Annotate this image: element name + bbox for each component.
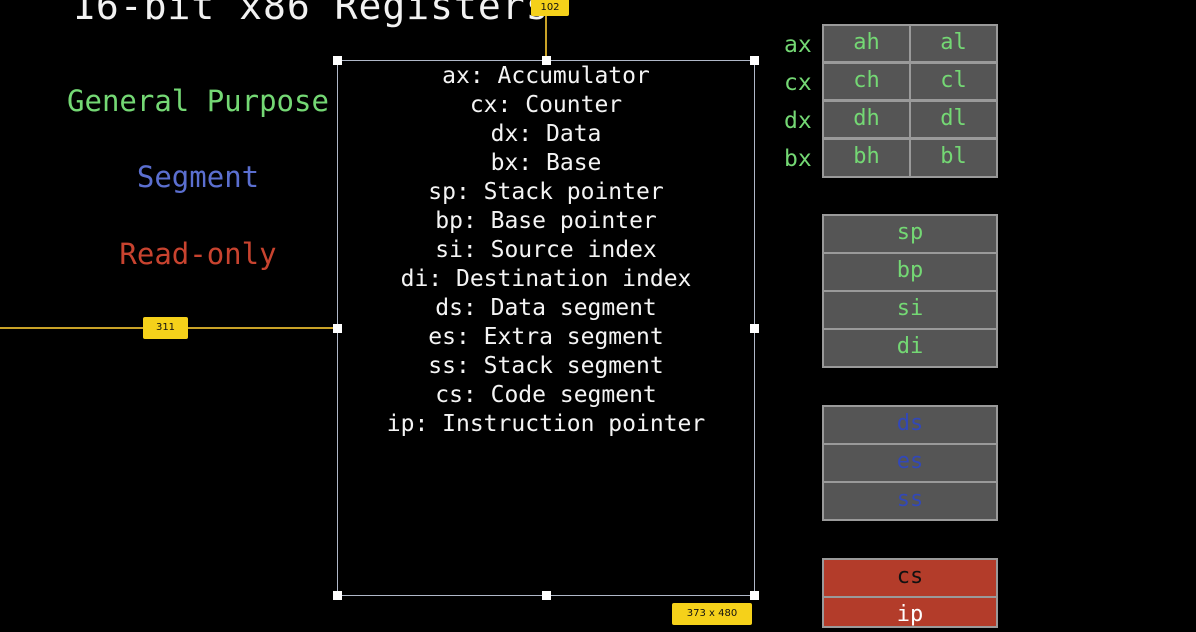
desc-line: dx: Data xyxy=(490,121,602,147)
legend-general-purpose: General Purpose xyxy=(67,84,329,118)
segment-register-cell: ss xyxy=(822,481,998,521)
desc-line: bp: Base pointer xyxy=(435,208,657,234)
position-badge-left: 311 xyxy=(143,317,188,339)
register-descriptions: ax: Accumulator cx: Counter dx: Data bx:… xyxy=(337,62,755,439)
gp-register-label: cx xyxy=(784,70,812,96)
resize-handle-bl[interactable] xyxy=(333,591,342,600)
legend-segment: Segment xyxy=(136,160,260,194)
register-cell-high: ah xyxy=(822,24,911,63)
gp-register-label: ax xyxy=(784,32,812,58)
pointer-register-cell: bp xyxy=(822,252,998,292)
desc-line: ss: Stack segment xyxy=(428,353,664,379)
desc-line: ds: Data segment xyxy=(435,295,657,321)
register-cell-high: bh xyxy=(822,138,911,178)
segment-register-cell: ds xyxy=(822,405,998,445)
gp-register-label: dx xyxy=(784,108,812,134)
desc-line: bx: Base xyxy=(490,150,602,176)
register-cell-low: al xyxy=(909,24,998,63)
readonly-register-cell: cs xyxy=(822,558,998,598)
desc-line: sp: Stack pointer xyxy=(428,179,664,205)
desc-line: si: Source index xyxy=(435,237,657,263)
size-badge: 373 x 480 xyxy=(672,603,752,625)
readonly-register-cell: ip xyxy=(822,596,998,628)
desc-line: ip: Instruction pointer xyxy=(386,411,706,437)
register-cell-low: cl xyxy=(909,62,998,101)
register-cell-low: dl xyxy=(909,100,998,139)
segment-register-cell: es xyxy=(822,443,998,483)
desc-line: es: Extra segment xyxy=(428,324,664,350)
resize-handle-bm[interactable] xyxy=(542,591,551,600)
gp-register-label: bx xyxy=(784,146,812,172)
pointer-register-cell: sp xyxy=(822,214,998,254)
legend-read-only: Read-only xyxy=(119,237,277,271)
pointer-register-cell: di xyxy=(822,328,998,368)
desc-line: di: Destination index xyxy=(400,266,692,292)
resize-handle-br[interactable] xyxy=(750,591,759,600)
register-cell-high: dh xyxy=(822,100,911,139)
desc-line: ax: Accumulator xyxy=(442,63,650,89)
top-guide-line xyxy=(545,14,547,60)
position-badge-top: 102 xyxy=(531,0,569,16)
pointer-register-cell: si xyxy=(822,290,998,330)
register-cell-low: bl xyxy=(909,138,998,178)
desc-line: cx: Counter xyxy=(469,92,623,118)
desc-line: cs: Code segment xyxy=(435,382,657,408)
diagram-title: 16-bit x86 Registers xyxy=(72,0,550,28)
register-cell-high: ch xyxy=(822,62,911,101)
